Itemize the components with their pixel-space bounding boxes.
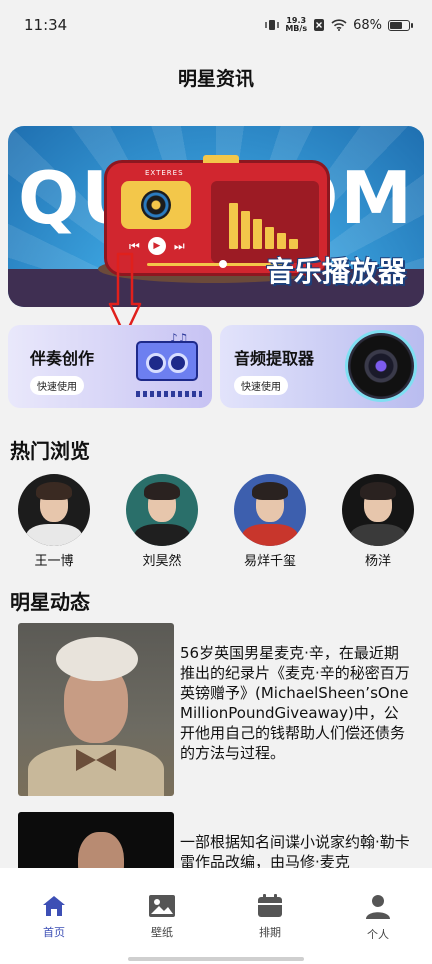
star-name: 王一博: [34, 554, 74, 569]
card-title: 音频提取器: [234, 349, 315, 368]
nav-label: 壁纸: [151, 926, 173, 939]
radio-handle: [203, 155, 239, 163]
status-icons: 19.3 MB/s 68%: [265, 17, 413, 33]
eq-bar: [241, 211, 250, 249]
person-icon: [366, 895, 390, 919]
quick-use-button[interactable]: 快速使用: [234, 376, 288, 395]
eq-bar: [253, 219, 262, 249]
nav-label: 个人: [367, 928, 389, 941]
vinyl-disc-icon: [348, 333, 414, 399]
quick-use-button[interactable]: 快速使用: [30, 376, 84, 395]
star-name: 易烊千玺: [243, 554, 296, 569]
sim-off-icon: [314, 19, 325, 31]
calendar-icon: [258, 894, 282, 917]
news-thumbnail[interactable]: [18, 812, 174, 872]
star-avatar-item[interactable]: 王一博: [18, 474, 90, 569]
net-speed: 19.3 MB/s: [285, 17, 307, 33]
eq-bar: [229, 203, 238, 249]
news-section-title: 明星动态: [10, 590, 90, 614]
news-item-text[interactable]: 56岁英国男星麦克·辛，在最近期推出的纪录片《麦克·辛的秘密百万英镑赠予》(Mi…: [180, 643, 412, 763]
music-player-banner[interactable]: QU OM EXTERES ⏮ ▶ ⏭ 音乐播放器: [8, 126, 424, 307]
star-name: 刘昊然: [142, 554, 182, 569]
home-indicator[interactable]: [128, 957, 304, 961]
nav-label: 排期: [259, 926, 281, 939]
home-icon: [43, 896, 65, 916]
nav-wallpaper[interactable]: 壁纸: [108, 868, 216, 964]
nav-schedule[interactable]: 排期: [216, 868, 324, 964]
eq-bar: [265, 227, 274, 249]
accompaniment-card[interactable]: 伴奏创作 快速使用 ♪♫: [8, 325, 212, 408]
eq-bar: [277, 233, 286, 249]
star-avatar-item[interactable]: 杨洋: [342, 474, 414, 569]
audio-extractor-card[interactable]: 音频提取器 快速使用: [220, 325, 424, 408]
news-thumbnail[interactable]: [18, 623, 174, 796]
avatar: [342, 474, 414, 546]
banner-caption: 音乐播放器: [265, 255, 406, 288]
hot-section-title: 热门浏览: [10, 439, 90, 463]
wifi-icon: [331, 19, 347, 31]
speaker-icon: [121, 181, 191, 229]
next-icon: ⏭: [173, 238, 185, 253]
nav-profile[interactable]: 个人: [324, 868, 432, 964]
avatar: [234, 474, 306, 546]
battery-percent: 68%: [353, 17, 382, 33]
avatar: [126, 474, 198, 546]
vibrate-icon: [265, 20, 280, 30]
cassette-icon: [136, 341, 198, 381]
status-bar: 11:34 19.3 MB/s 68%: [0, 0, 432, 50]
star-avatar-item[interactable]: 刘昊然: [126, 474, 198, 569]
page-title: 明星资讯: [177, 68, 254, 90]
image-icon: [149, 895, 175, 917]
news-item-text[interactable]: 一部根据知名间谍小说家约翰·勒卡雷作品改编，由马修·麦克: [180, 832, 412, 872]
nav-home[interactable]: 首页: [0, 868, 108, 964]
status-time: 11:34: [24, 16, 68, 34]
net-speed-unit: MB/s: [285, 24, 308, 33]
play-icon: ▶: [147, 237, 166, 255]
star-name: 杨洋: [364, 554, 391, 569]
radio-brand: EXTERES: [145, 169, 184, 177]
nav-label: 首页: [43, 926, 65, 939]
battery-icon: [388, 19, 413, 31]
avatar: [18, 474, 90, 546]
star-avatar-item[interactable]: 易烊千玺: [234, 474, 306, 569]
bottom-nav: 首页 壁纸 排期 个人: [0, 868, 432, 964]
cassette-base: [136, 391, 202, 397]
card-title: 伴奏创作: [30, 349, 95, 368]
eq-bar: [289, 239, 298, 249]
